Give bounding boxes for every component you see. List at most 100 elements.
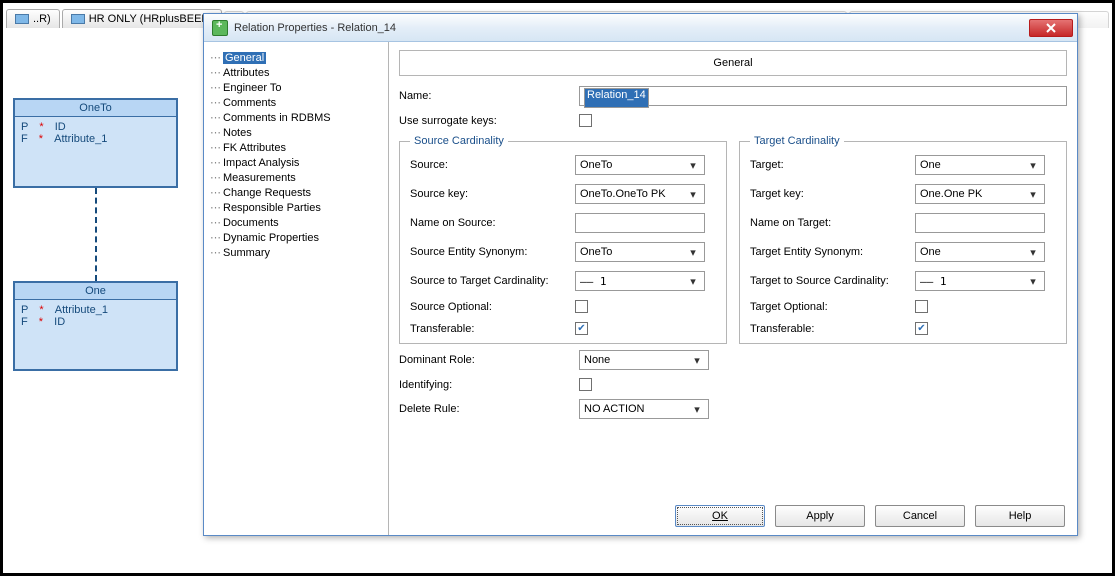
entity-col-name: ID: [55, 121, 66, 133]
chevron-down-icon: ▾: [686, 159, 700, 172]
chevron-down-icon: ▾: [690, 403, 704, 416]
name-on-target-label: Name on Target:: [750, 217, 915, 229]
tree-item-label: Attributes: [223, 67, 269, 79]
tree-dash-icon: ⋯: [210, 141, 221, 154]
select-value: NO ACTION: [584, 403, 645, 415]
source-select[interactable]: OneTo▾: [575, 155, 705, 175]
surrogate-checkbox[interactable]: [579, 114, 592, 127]
tree-item[interactable]: ⋯Summary: [210, 245, 382, 260]
chevron-down-icon: ▾: [1026, 188, 1040, 201]
target-cardinality-select[interactable]: —— 1▾: [915, 271, 1045, 291]
diagram-icon: [71, 14, 85, 24]
source-label: Source:: [410, 159, 575, 171]
close-button[interactable]: [1029, 19, 1073, 37]
name-label: Name:: [399, 90, 579, 102]
tree-item[interactable]: ⋯Responsible Parties: [210, 200, 382, 215]
relation-connector[interactable]: [95, 188, 97, 281]
tree-item[interactable]: ⋯FK Attributes: [210, 140, 382, 155]
select-value: OneTo: [580, 246, 612, 258]
select-value: One: [920, 246, 941, 258]
general-panel: General Name: Relation_14 Use surrogate …: [389, 42, 1077, 535]
entity-col-name: Attribute_1: [54, 133, 107, 145]
tree-dash-icon: ⋯: [210, 66, 221, 79]
tree-dash-icon: ⋯: [210, 111, 221, 124]
tree-item[interactable]: ⋯Dynamic Properties: [210, 230, 382, 245]
surrogate-label: Use surrogate keys:: [399, 115, 579, 127]
tree-item[interactable]: ⋯Comments in RDBMS: [210, 110, 382, 125]
tab-item[interactable]: ..R): [6, 9, 60, 28]
name-input[interactable]: Relation_14: [579, 86, 1067, 106]
diagram-icon: [15, 14, 29, 24]
dialog-titlebar[interactable]: Relation Properties - Relation_14: [204, 14, 1077, 42]
name-on-source-input[interactable]: [575, 213, 705, 233]
target-select[interactable]: One▾: [915, 155, 1045, 175]
tree-item-label: Responsible Parties: [223, 202, 321, 214]
relation-icon: [212, 20, 228, 36]
entity-box-oneto[interactable]: OneTo P * ID F * Attribute_1: [13, 98, 178, 188]
tree-item-label: Comments in RDBMS: [223, 112, 331, 124]
tree-dash-icon: ⋯: [210, 96, 221, 109]
dominant-role-select[interactable]: None▾: [579, 350, 709, 370]
tree-item[interactable]: ⋯Notes: [210, 125, 382, 140]
source-transferable-checkbox[interactable]: ✔: [575, 322, 588, 335]
tree-item-label: FK Attributes: [223, 142, 286, 154]
tree-dash-icon: ⋯: [210, 216, 221, 229]
entity-title: OneTo: [15, 100, 176, 117]
target-synonym-select[interactable]: One▾: [915, 242, 1045, 262]
name-value-selected: Relation_14: [584, 88, 649, 108]
entity-col-prefix: F: [21, 316, 28, 328]
entity-body: P * ID F * Attribute_1: [15, 117, 176, 149]
dominant-role-label: Dominant Role:: [399, 354, 579, 366]
chevron-down-icon: ▾: [690, 354, 704, 367]
mandatory-mark: *: [39, 133, 43, 145]
tree-item-label: Summary: [223, 247, 270, 259]
tree-item[interactable]: ⋯Attributes: [210, 65, 382, 80]
delete-rule-select[interactable]: NO ACTION ▾: [579, 399, 709, 419]
apply-button[interactable]: Apply: [775, 505, 865, 527]
tree-item[interactable]: ⋯Comments: [210, 95, 382, 110]
tree-item-label: Documents: [223, 217, 279, 229]
tree-dash-icon: ⋯: [210, 186, 221, 199]
source-optional-label: Source Optional:: [410, 301, 575, 313]
tab-item[interactable]: HR ONLY (HRplusBEER): [62, 9, 222, 28]
target-optional-checkbox[interactable]: [915, 300, 928, 313]
source-synonym-select[interactable]: OneTo▾: [575, 242, 705, 262]
tree-item-label: General: [223, 52, 266, 64]
tree-item[interactable]: ⋯Engineer To: [210, 80, 382, 95]
tree-item-label: Dynamic Properties: [223, 232, 319, 244]
tree-item[interactable]: ⋯Measurements: [210, 170, 382, 185]
source-cardinality-label: Source to Target Cardinality:: [410, 275, 575, 287]
tree-item[interactable]: ⋯Documents: [210, 215, 382, 230]
entity-body: P * Attribute_1 F * ID: [15, 300, 176, 332]
tree-item[interactable]: ⋯Impact Analysis: [210, 155, 382, 170]
entity-box-one[interactable]: One P * Attribute_1 F * ID: [13, 281, 178, 371]
source-key-label: Source key:: [410, 188, 575, 200]
mandatory-mark: *: [39, 304, 43, 316]
identifying-checkbox[interactable]: [579, 378, 592, 391]
tree-item[interactable]: ⋯General: [210, 50, 382, 65]
cancel-button[interactable]: Cancel: [875, 505, 965, 527]
panel-title: General: [399, 50, 1067, 76]
target-key-select[interactable]: One.One PK▾: [915, 184, 1045, 204]
target-label: Target:: [750, 159, 915, 171]
tree-item-label: Change Requests: [223, 187, 311, 199]
target-cardinality-group: Target Cardinality Target: One▾ Target k…: [739, 135, 1067, 344]
mandatory-mark: *: [39, 316, 43, 328]
name-on-target-input[interactable]: [915, 213, 1045, 233]
ok-button[interactable]: OK: [675, 505, 765, 527]
source-synonym-label: Source Entity Synonym:: [410, 246, 575, 258]
tree-dash-icon: ⋯: [210, 81, 221, 94]
select-value: —— 1: [920, 275, 947, 288]
source-optional-checkbox[interactable]: [575, 300, 588, 313]
help-button[interactable]: Help: [975, 505, 1065, 527]
tree-item[interactable]: ⋯Change Requests: [210, 185, 382, 200]
target-transferable-checkbox[interactable]: ✔: [915, 322, 928, 335]
source-cardinality-group: Source Cardinality Source: OneTo▾ Source…: [399, 135, 727, 344]
tab-label: ..R): [33, 13, 51, 25]
source-cardinality-select[interactable]: —— 1▾: [575, 271, 705, 291]
chevron-down-icon: ▾: [686, 188, 700, 201]
entity-col-name: ID: [54, 316, 65, 328]
tree-item-label: Impact Analysis: [223, 157, 299, 169]
target-transferable-label: Transferable:: [750, 323, 915, 335]
source-key-select[interactable]: OneTo.OneTo PK▾: [575, 184, 705, 204]
